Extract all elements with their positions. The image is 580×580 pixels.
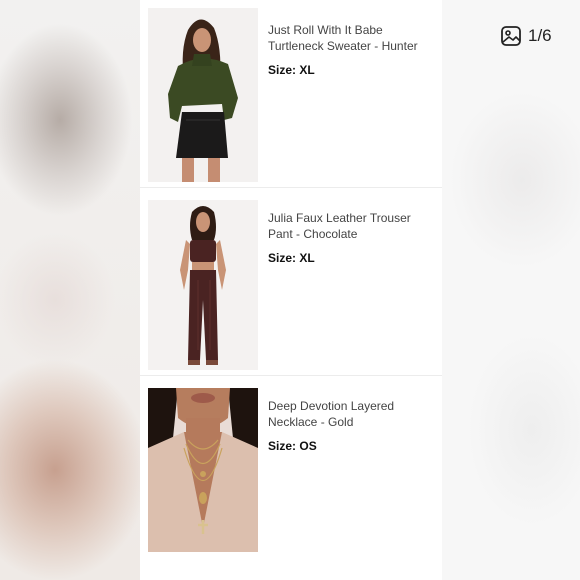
product-image-sweater[interactable] (148, 8, 258, 182)
product-name[interactable]: Julia Faux Leather Trouser Pant - Chocol… (268, 210, 428, 242)
item-details: Deep Devotion Layered Necklace - Gold Si… (268, 398, 428, 454)
image-gallery-icon (501, 26, 521, 46)
size-value: XL (299, 63, 315, 77)
photo-viewer: Just Roll With It Babe Turtleneck Sweate… (0, 0, 580, 580)
product-image-trouser[interactable] (148, 200, 258, 370)
model-sweater-illustration (148, 8, 258, 182)
product-image-necklace[interactable] (148, 388, 258, 552)
blurred-background-left (0, 0, 140, 580)
list-item[interactable]: Julia Faux Leather Trouser Pant - Chocol… (140, 188, 442, 376)
size-value: XL (299, 251, 315, 265)
gallery-counter-text: 1/6 (528, 26, 552, 45)
product-size: Size: OS (268, 438, 428, 454)
item-details: Just Roll With It Babe Turtleneck Sweate… (268, 22, 428, 78)
blurred-background-right (442, 0, 580, 580)
model-trouser-illustration (148, 200, 258, 370)
order-items-screenshot: Just Roll With It Babe Turtleneck Sweate… (140, 0, 442, 580)
size-value: OS (299, 439, 317, 453)
list-item[interactable]: Deep Devotion Layered Necklace - Gold Si… (140, 376, 442, 580)
product-size: Size: XL (268, 250, 428, 266)
product-name[interactable]: Deep Devotion Layered Necklace - Gold (268, 398, 428, 430)
list-item[interactable]: Just Roll With It Babe Turtleneck Sweate… (140, 0, 442, 188)
size-label: Size: (268, 251, 297, 265)
size-label: Size: (268, 63, 297, 77)
product-size: Size: XL (268, 62, 428, 78)
gallery-counter[interactable]: 1/6 (500, 24, 552, 48)
model-necklace-illustration (148, 388, 258, 552)
product-name[interactable]: Just Roll With It Babe Turtleneck Sweate… (268, 22, 428, 54)
size-label: Size: (268, 439, 297, 453)
item-details: Julia Faux Leather Trouser Pant - Chocol… (268, 210, 428, 266)
